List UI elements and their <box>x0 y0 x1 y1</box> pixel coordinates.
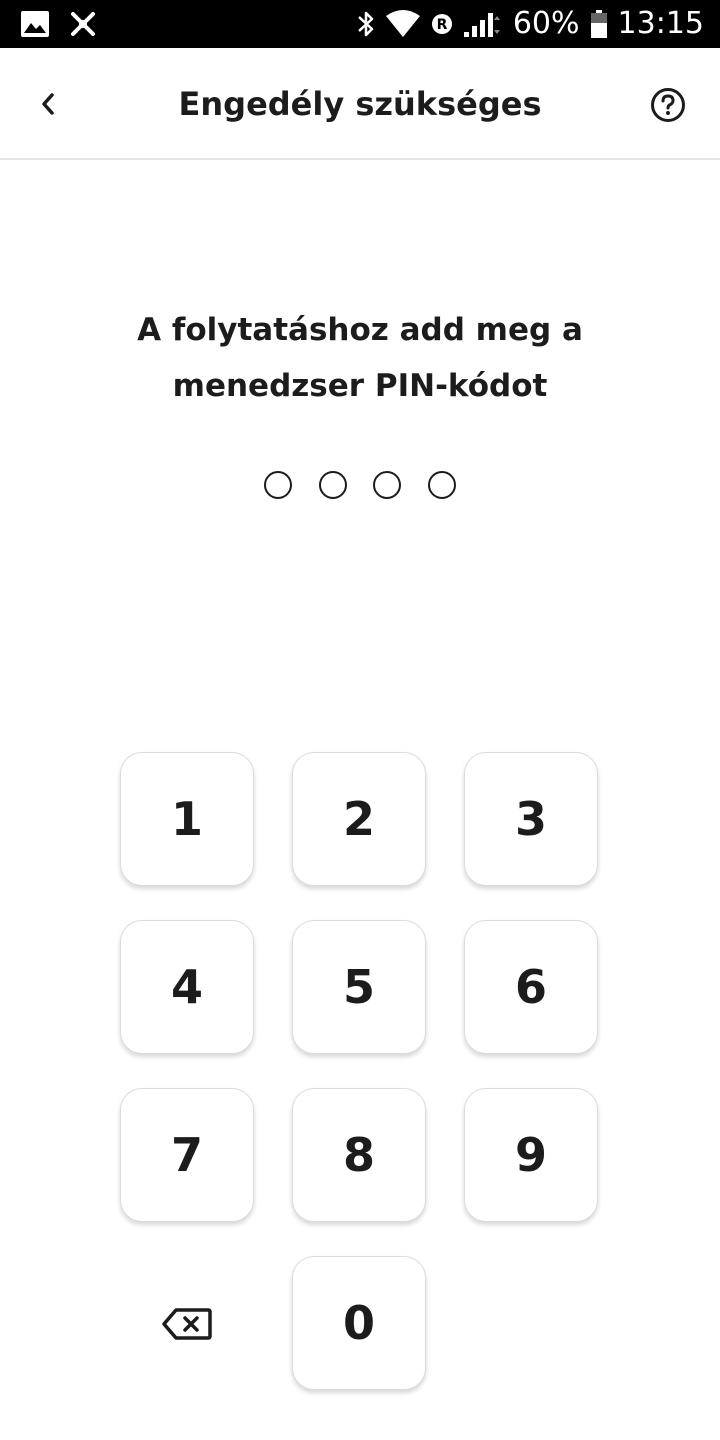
image-icon <box>20 10 50 38</box>
status-bar-left <box>20 8 96 40</box>
pin-dot <box>264 471 292 499</box>
key-4-button[interactable]: 4 <box>120 920 254 1054</box>
page-title: Engedély szükséges <box>178 85 542 123</box>
status-bar: R 60% 13:15 <box>0 0 720 48</box>
clock: 13:15 <box>617 6 704 41</box>
key-5-button[interactable]: 5 <box>292 920 426 1054</box>
mute-icon <box>70 11 96 37</box>
help-circle-icon <box>651 88 685 122</box>
battery-icon <box>590 9 608 39</box>
backspace-button[interactable] <box>150 1296 224 1352</box>
svg-text:R: R <box>436 17 447 33</box>
key-8-button[interactable]: 8 <box>292 1088 426 1222</box>
pin-indicator <box>264 469 456 501</box>
roaming-icon: R <box>431 13 453 35</box>
numeric-keypad: 1 2 3 4 5 6 7 8 9 0 <box>120 752 600 1392</box>
key-7-button[interactable]: 7 <box>120 1088 254 1222</box>
signal-icon <box>463 10 503 38</box>
battery-percent: 60% <box>512 6 580 41</box>
help-button[interactable] <box>646 83 690 127</box>
key-6-button[interactable]: 6 <box>464 920 598 1054</box>
key-2-button[interactable]: 2 <box>292 752 426 886</box>
pin-dot <box>318 471 347 499</box>
back-button[interactable] <box>22 78 74 130</box>
pin-prompt: A folytatáshoz add meg a menedzser PIN-k… <box>137 312 583 404</box>
chevron-left-icon <box>42 93 54 115</box>
key-0-button[interactable]: 0 <box>292 1256 426 1390</box>
backspace-icon <box>162 1308 212 1340</box>
key-1-button[interactable]: 1 <box>120 752 254 886</box>
status-bar-right: R 60% 13:15 <box>357 4 704 44</box>
key-9-button[interactable]: 9 <box>464 1088 598 1222</box>
pin-dot <box>427 471 456 499</box>
pin-dot <box>373 471 402 499</box>
app-bar: Engedély szükséges <box>0 48 720 160</box>
wifi-icon <box>385 10 421 38</box>
bluetooth-icon <box>357 9 375 39</box>
key-3-button[interactable]: 3 <box>464 752 598 886</box>
